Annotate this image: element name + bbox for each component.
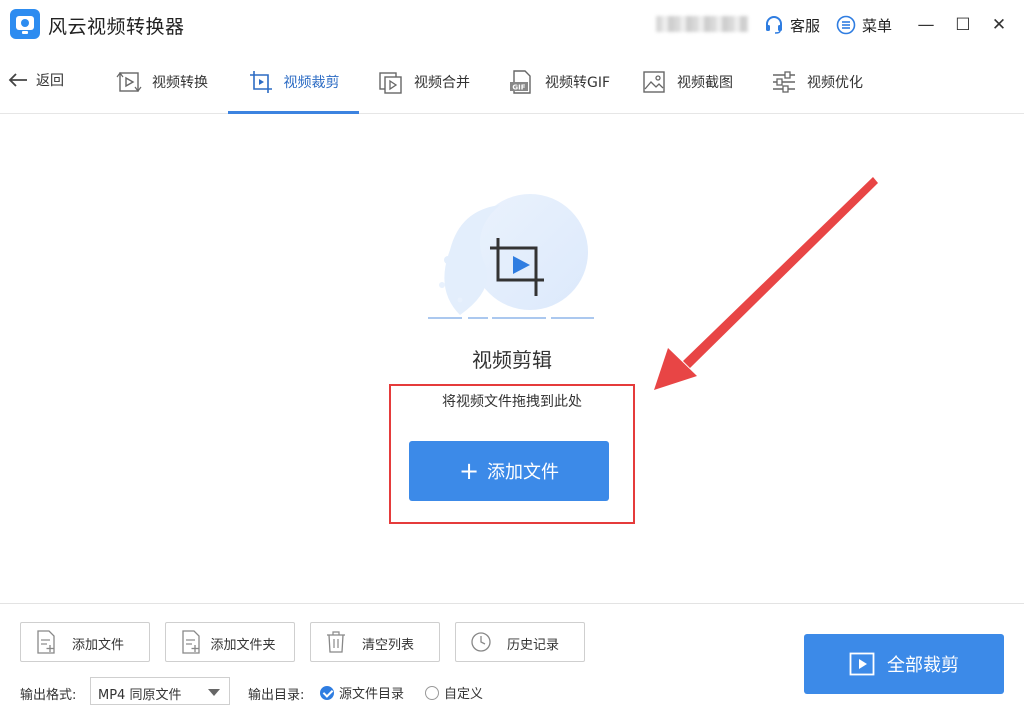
image-icon <box>643 70 665 93</box>
title-bar: 风云视频转换器 客服 菜单 — ☐ ✕ <box>0 0 1024 50</box>
crop-illustration <box>428 194 594 319</box>
back-label: 返回 <box>36 73 64 89</box>
headset-icon <box>766 16 782 34</box>
app-title: 风云视频转换器 <box>48 16 185 38</box>
plus-icon: + <box>458 457 480 485</box>
output-dir-label: 输出目录: <box>248 688 305 703</box>
radio-label: 自定义 <box>444 687 484 702</box>
gif-icon: GIF <box>510 69 531 94</box>
output-format-select[interactable]: MP4 同原文件 <box>90 677 230 705</box>
back-button[interactable]: 返回 <box>8 70 64 90</box>
play-icon <box>849 652 875 676</box>
customer-service-label: 客服 <box>790 16 821 35</box>
add-folder-tool-button[interactable]: 添加文件夹 <box>165 622 295 662</box>
tab-video-convert[interactable]: 视频转换 <box>116 50 216 113</box>
radio-source-dir[interactable]: 源文件目录 <box>320 683 404 702</box>
minimize-button[interactable]: — <box>914 13 938 37</box>
radio-unchecked-icon <box>425 685 439 700</box>
tab-label: 视频截图 <box>677 74 733 91</box>
tool-label: 历史记录 <box>506 638 559 653</box>
close-button[interactable]: ✕ <box>987 13 1011 37</box>
history-button[interactable]: 历史记录 <box>455 622 585 662</box>
user-account-blurred[interactable] <box>656 16 748 32</box>
tab-label: 视频转GIF <box>545 74 611 91</box>
radio-checked-icon <box>320 685 334 700</box>
add-file-label: 添加文件 <box>487 462 560 483</box>
sliders-icon <box>773 70 795 93</box>
crop-all-label: 全部裁剪 <box>887 655 959 676</box>
menu-button[interactable]: 菜单 <box>836 14 892 36</box>
customer-service-button[interactable]: 客服 <box>764 14 820 36</box>
tab-video-optimize[interactable]: 视频优化 <box>771 50 871 113</box>
arrow-left-icon <box>8 73 27 87</box>
tab-video-gif[interactable]: GIF 视频转GIF <box>509 50 619 113</box>
tab-label: 视频合并 <box>414 74 470 91</box>
feature-nav: 返回 视频转换 视频裁剪 视频合并 GIF 视频转GIF 视频截图 视频优化 <box>0 50 1024 114</box>
tab-label: 视频裁剪 <box>283 74 340 91</box>
output-format-value: MP4 同原文件 <box>98 688 182 703</box>
tool-label: 清空列表 <box>361 638 414 653</box>
svg-text:GIF: GIF <box>512 83 525 91</box>
chevron-down-icon <box>208 689 220 696</box>
drop-area-title: 视频剪辑 <box>472 348 552 372</box>
output-format-label: 输出格式: <box>20 688 77 703</box>
menu-icon <box>836 15 856 35</box>
app-logo-icon <box>10 9 40 39</box>
tool-label: 添加文件夹 <box>210 638 276 653</box>
menu-label: 菜单 <box>862 16 893 35</box>
tab-video-merge[interactable]: 视频合并 <box>378 50 478 113</box>
video-merge-icon <box>379 71 402 94</box>
tab-video-screenshot[interactable]: 视频截图 <box>641 50 741 113</box>
add-file-tool-button[interactable]: 添加文件 <box>20 622 150 662</box>
tab-label: 视频优化 <box>807 74 863 91</box>
maximize-button[interactable]: ☐ <box>951 13 975 37</box>
video-convert-icon <box>116 71 142 92</box>
tab-label: 视频转换 <box>152 74 208 91</box>
crop-all-button[interactable]: 全部裁剪 <box>804 634 1004 694</box>
tab-video-crop[interactable]: 视频裁剪 <box>228 50 359 114</box>
bottom-panel: 添加文件 添加文件夹 清空列表 历史记录 输出格式: MP4 同原文件 输出目录… <box>0 603 1024 720</box>
video-crop-icon <box>249 70 272 93</box>
radio-label: 源文件目录 <box>339 687 405 702</box>
clear-list-button[interactable]: 清空列表 <box>310 622 440 662</box>
radio-custom-dir[interactable]: 自定义 <box>425 683 483 702</box>
tool-label: 添加文件 <box>71 638 124 653</box>
add-file-button[interactable]: + 添加文件 <box>409 441 609 501</box>
